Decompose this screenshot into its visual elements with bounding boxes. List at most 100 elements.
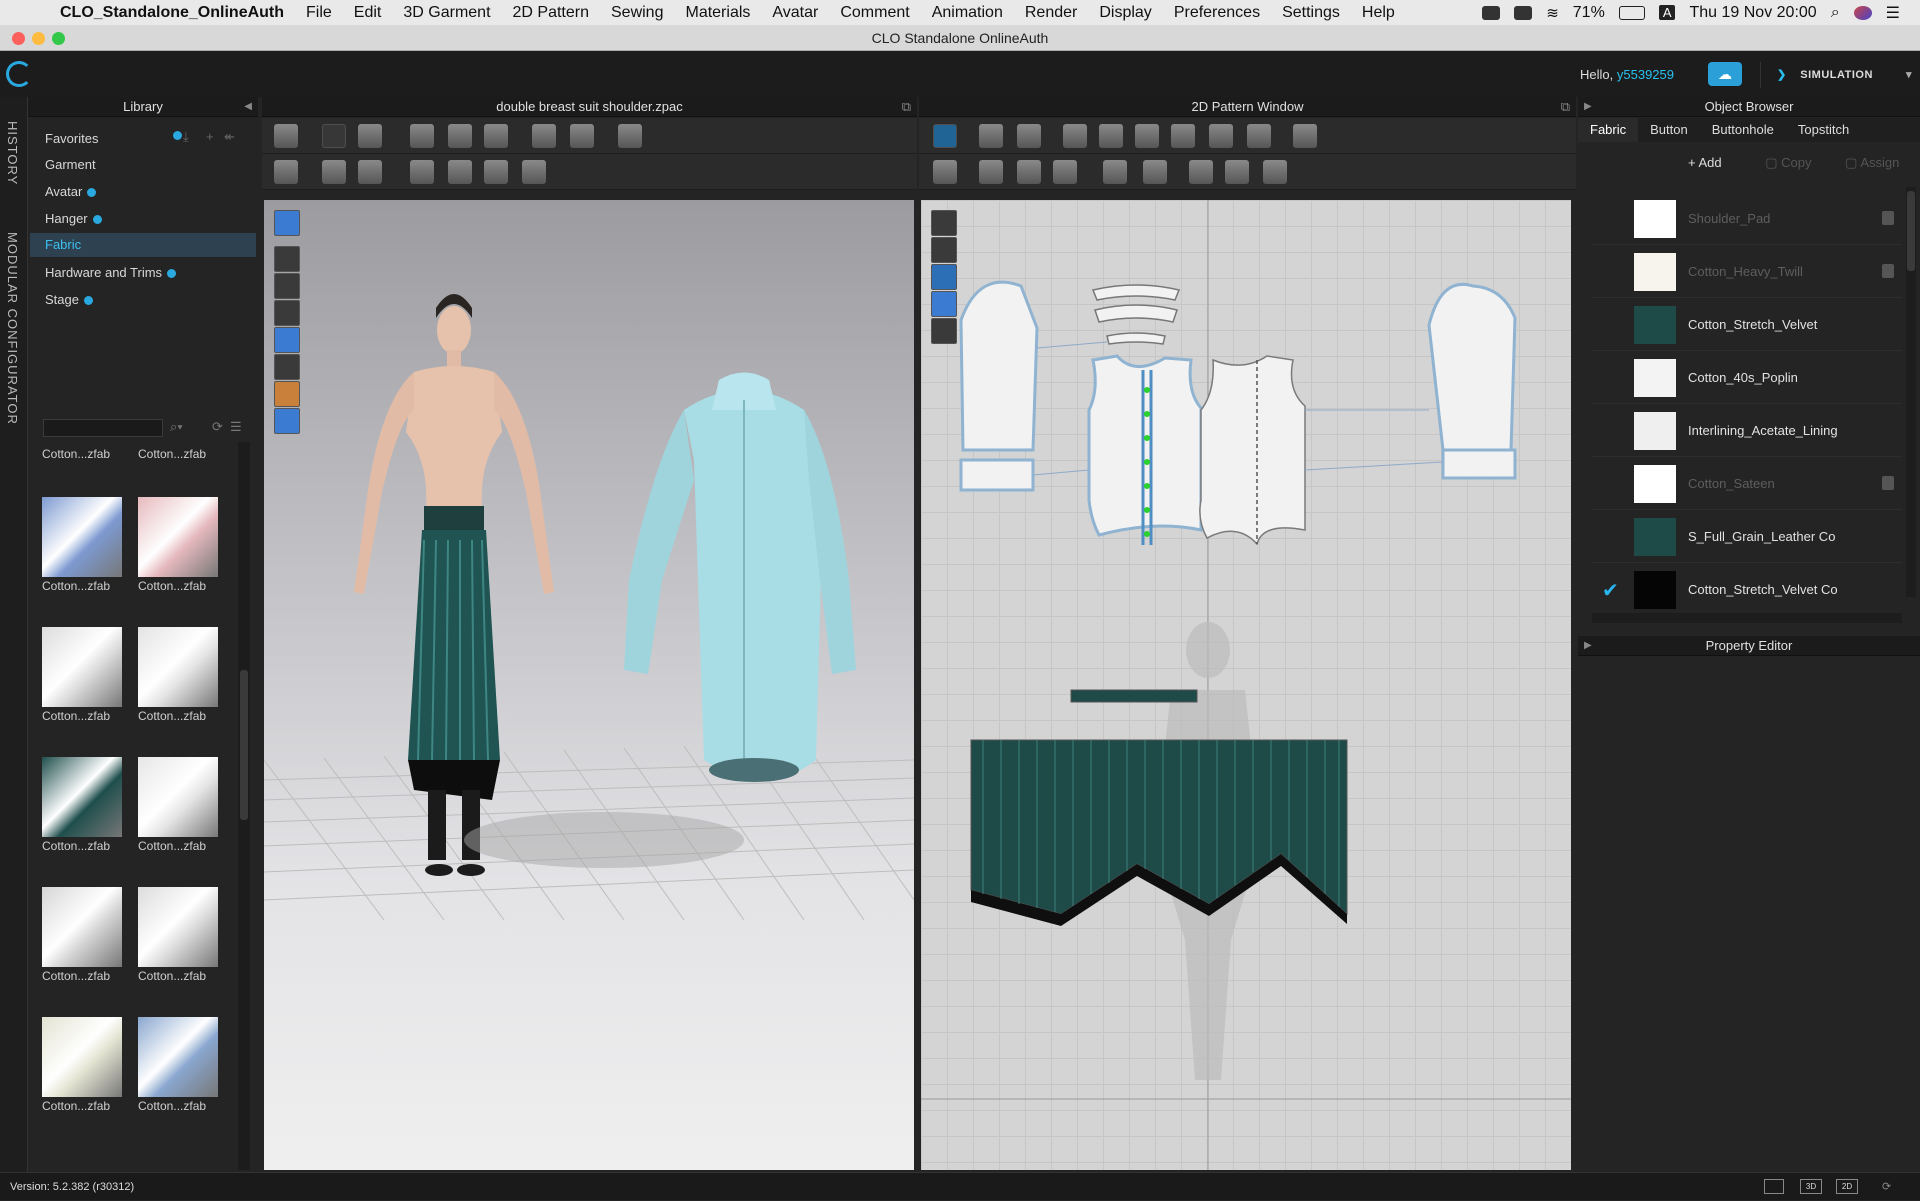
fold-arrangement-icon[interactable] — [410, 124, 434, 148]
fabric-thumbnail[interactable] — [138, 887, 218, 967]
left-sleeve-pattern[interactable] — [959, 280, 1039, 492]
garment-display-2d-icon[interactable] — [931, 237, 957, 263]
edit-pattern-icon[interactable] — [979, 124, 1003, 148]
notification-center-icon[interactable]: ☰ — [1886, 3, 1900, 23]
fabric-thumbnail[interactable] — [42, 497, 122, 577]
free-sewing-icon[interactable] — [979, 160, 1003, 184]
fabric-row[interactable]: Cotton_40s_Poplin — [1592, 352, 1902, 404]
popout-icon[interactable]: ⧉ — [902, 97, 911, 117]
punch-tool-icon[interactable] — [570, 124, 594, 148]
fusible-tool-icon[interactable] — [1103, 160, 1127, 184]
tab-topstitch[interactable]: Topstitch — [1786, 118, 1861, 142]
buttonhole-tool-icon[interactable] — [522, 160, 546, 184]
simulation-mode-button[interactable]: ❯ SIMULATION ▾ — [1760, 62, 1912, 88]
spotlight-search-icon[interactable]: ⌕ — [1831, 4, 1840, 22]
avatar-model[interactable] — [354, 294, 554, 876]
user-greeting[interactable]: Hello, y5539259 — [1580, 67, 1674, 82]
close-window-button[interactable] — [12, 32, 25, 45]
collar-patterns[interactable] — [1091, 284, 1181, 345]
library-item-hanger[interactable]: Hanger — [45, 211, 102, 226]
menu-avatar[interactable]: Avatar — [761, 4, 829, 22]
library-item-favorites[interactable]: Favorites — [45, 131, 98, 146]
minimize-window-button[interactable] — [32, 32, 45, 45]
fabric-row[interactable]: ✔ Cotton_Stretch_Velvet Co — [1592, 564, 1902, 616]
button-2d-icon[interactable] — [1189, 160, 1213, 184]
library-item-avatar[interactable]: Avatar — [45, 184, 97, 199]
object-browser-scrollbar[interactable] — [1906, 187, 1916, 597]
delete-unused-icon[interactable] — [1882, 264, 1894, 278]
avatar-display-icon[interactable] — [274, 300, 300, 326]
2d-pattern-viewport[interactable] — [921, 200, 1571, 1170]
scrollbar-thumb[interactable] — [1907, 191, 1915, 271]
library-search-input[interactable] — [43, 419, 163, 437]
right-sleeve-pattern[interactable] — [1427, 282, 1517, 480]
menu-render[interactable]: Render — [1014, 4, 1088, 22]
history-tab[interactable]: HISTORY — [5, 121, 20, 185]
menu-app-name[interactable]: CLO_Standalone_OnlineAuth — [56, 4, 295, 22]
battery-icon[interactable] — [1618, 5, 1645, 20]
clock[interactable]: Thu 19 Nov 20:00 — [1689, 4, 1816, 22]
menu-display[interactable]: Display — [1088, 4, 1162, 22]
fabric-thumbnail[interactable] — [138, 627, 218, 707]
menu-preferences[interactable]: Preferences — [1163, 4, 1271, 22]
fabric-thumbnail[interactable] — [42, 627, 122, 707]
menu-3d-garment[interactable]: 3D Garment — [392, 4, 501, 22]
scrollbar-thumb[interactable] — [240, 670, 248, 820]
tab-button[interactable]: Button — [1638, 118, 1700, 142]
cut-tool-icon[interactable] — [1209, 124, 1233, 148]
thickness-display-icon[interactable] — [274, 354, 300, 380]
tab-buttonhole[interactable]: Buttonhole — [1700, 118, 1786, 142]
library-item-garment[interactable]: Garment — [45, 157, 96, 172]
creative-cloud-icon[interactable] — [1514, 5, 1533, 20]
steam-tool-icon[interactable] — [410, 160, 434, 184]
menu-file[interactable]: File — [295, 4, 343, 22]
polygon-tool-icon[interactable] — [1099, 124, 1123, 148]
shirt-garment[interactable] — [624, 372, 856, 783]
fabric-thumbnail[interactable] — [138, 1017, 218, 1097]
fabric-row[interactable]: Cotton_Sateen — [1592, 458, 1902, 510]
edit-sewing-icon[interactable] — [1017, 160, 1041, 184]
search-icon[interactable]: ⌕▾ — [170, 419, 183, 435]
wifi-icon[interactable]: ≋ — [1546, 4, 1559, 22]
pattern-line-tool-icon[interactable] — [931, 210, 957, 236]
grading-icon[interactable] — [1263, 160, 1287, 184]
draw-line-tool-icon[interactable] — [532, 124, 556, 148]
environment-icon[interactable] — [274, 408, 300, 434]
fabric-row[interactable]: Cotton_Stretch_Velvet — [1592, 299, 1902, 351]
menu-edit[interactable]: Edit — [343, 4, 393, 22]
layout-3d-icon[interactable]: 3D — [1800, 1179, 1822, 1194]
select-move-tool-icon[interactable] — [322, 124, 346, 148]
download-icon[interactable]: ⤓ — [183, 129, 189, 145]
cloud-sync-button[interactable]: ☁ — [1708, 62, 1742, 86]
refresh-icon[interactable]: ⟳ — [212, 419, 223, 435]
dart-tool-icon[interactable] — [1171, 124, 1195, 148]
dropbox-icon[interactable] — [1482, 5, 1501, 20]
fabric-row[interactable]: Shoulder_Pad — [1592, 193, 1902, 245]
delete-unused-icon[interactable] — [1882, 211, 1894, 225]
waistband-pattern[interactable] — [1070, 689, 1198, 703]
select-mesh-tool-icon[interactable] — [358, 124, 382, 148]
3d-viewport[interactable] — [264, 200, 914, 1170]
menu-settings[interactable]: Settings — [1271, 4, 1351, 22]
menu-comment[interactable]: Comment — [829, 4, 920, 22]
mode-dropdown-icon[interactable]: ▾ — [1906, 62, 1912, 88]
layout-2d-icon[interactable]: 2D — [1836, 1179, 1858, 1194]
avatar-pose-icon[interactable] — [274, 160, 298, 184]
internal-rectangle-icon[interactable] — [1135, 124, 1159, 148]
copy-fabric-button[interactable]: ▢ Copy — [1765, 155, 1811, 170]
shrink-tool-icon[interactable] — [448, 160, 472, 184]
measure-tool-icon[interactable] — [618, 124, 642, 148]
edit-curvature-icon[interactable] — [1017, 124, 1041, 148]
trace-tool-icon[interactable] — [1247, 124, 1271, 148]
pin-tool-icon[interactable] — [322, 160, 346, 184]
garment-display-icon[interactable] — [274, 246, 300, 272]
popout-icon[interactable]: ⧉ — [1561, 97, 1570, 117]
fabric-thumbnail[interactable] — [42, 757, 122, 837]
refresh-layout-icon[interactable]: ⟳ — [1882, 1173, 1891, 1201]
library-item-stage[interactable]: Stage — [45, 292, 93, 307]
input-source-icon[interactable]: A — [1658, 5, 1676, 20]
add-folder-icon[interactable]: + — [206, 129, 214, 144]
simulation-tool-icon[interactable] — [274, 124, 298, 148]
fabric-row[interactable]: S_Full_Grain_Leather Co — [1592, 511, 1902, 563]
rectangle-tool-icon[interactable] — [1063, 124, 1087, 148]
